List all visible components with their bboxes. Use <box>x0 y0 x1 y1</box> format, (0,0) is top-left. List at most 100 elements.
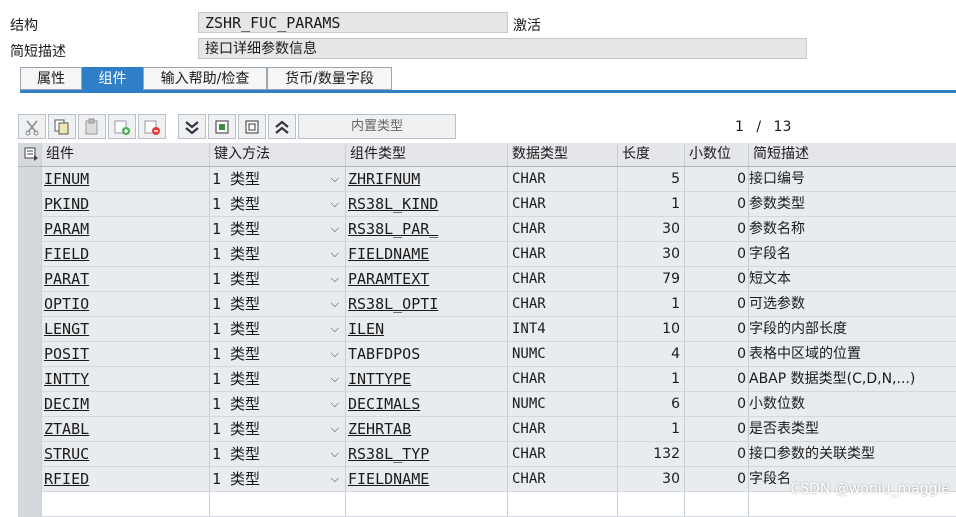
component-type-link[interactable]: ZEHRTAB <box>348 420 411 438</box>
description-field[interactable]: 接口详细参数信息 <box>198 38 807 59</box>
row-selector[interactable] <box>18 242 42 266</box>
tab-attributes[interactable]: 属性 <box>20 67 82 90</box>
typing-method-select[interactable]: 1 类型 <box>212 392 324 416</box>
table-row[interactable]: STRUC 1 类型 ⌵ RS38L_TYP CHAR 132 0 接口参数的关联类型 <box>18 442 956 467</box>
component-name-field[interactable]: LENGT <box>44 320 89 338</box>
component-type-link[interactable]: ILEN <box>348 320 384 338</box>
chevron-down-icon[interactable]: ⌵ <box>331 342 339 366</box>
delete-row-button[interactable] <box>138 114 166 139</box>
chevron-down-icon[interactable]: ⌵ <box>331 367 339 391</box>
typing-method-select[interactable]: 1 类型 <box>212 167 324 191</box>
builtin-type-button[interactable]: 内置类型 <box>298 114 456 139</box>
typing-method-select[interactable]: 1 类型 <box>212 267 324 291</box>
col-component-type[interactable]: 组件类型 <box>346 143 508 166</box>
component-type-link[interactable]: FIELDNAME <box>348 470 429 488</box>
col-decimals[interactable]: 小数位 <box>685 143 749 166</box>
component-name-field[interactable]: IFNUM <box>44 170 89 188</box>
table-row[interactable]: DECIM 1 类型 ⌵ DECIMALS NUMC 6 0 小数位数 <box>18 392 956 417</box>
chevron-down-icon[interactable]: ⌵ <box>331 242 339 266</box>
typing-method-select[interactable]: 1 类型 <box>212 342 324 366</box>
row-selector[interactable] <box>18 192 42 216</box>
component-type-link[interactable]: ZHRIFNUM <box>348 170 420 188</box>
col-length[interactable]: 长度 <box>618 143 685 166</box>
row-selector[interactable] <box>18 442 42 466</box>
component-name-field[interactable]: PARAT <box>44 270 89 288</box>
typing-method-select[interactable]: 1 类型 <box>212 242 324 266</box>
component-type-link[interactable]: INTTYPE <box>348 370 411 388</box>
table-row[interactable]: POSIT 1 类型 ⌵ TABFDPOS NUMC 4 0 表格中区域的位置 <box>18 342 956 367</box>
row-selector[interactable] <box>18 342 42 366</box>
chevron-down-icon[interactable]: ⌵ <box>331 267 339 291</box>
typing-method-select[interactable]: 1 类型 <box>212 417 324 441</box>
edit-entry-button[interactable] <box>238 114 266 139</box>
chevron-down-icon[interactable]: ⌵ <box>331 417 339 441</box>
empty-cell[interactable] <box>210 492 346 516</box>
typing-method-select[interactable]: 1 类型 <box>212 442 324 466</box>
expand-button[interactable] <box>178 114 206 139</box>
row-selector[interactable] <box>18 267 42 291</box>
row-selector[interactable] <box>18 292 42 316</box>
table-row[interactable]: PARAT 1 类型 ⌵ PARAMTEXT CHAR 79 0 短文本 <box>18 267 956 292</box>
component-type-link[interactable]: TABFDPOS <box>348 345 420 363</box>
component-type-link[interactable]: RS38L_KIND <box>348 195 438 213</box>
table-row[interactable]: ZTABL 1 类型 ⌵ ZEHRTAB CHAR 1 0 是否表类型 <box>18 417 956 442</box>
select-all-cell[interactable] <box>18 143 42 166</box>
insert-row-button[interactable] <box>108 114 136 139</box>
component-name-field[interactable]: DECIM <box>44 395 89 413</box>
row-selector[interactable] <box>18 317 42 341</box>
cut-button[interactable] <box>18 114 46 139</box>
row-selector[interactable] <box>18 167 42 191</box>
table-row[interactable]: PARAM 1 类型 ⌵ RS38L_PAR_ CHAR 30 0 参数名称 <box>18 217 956 242</box>
table-row[interactable]: OPTIO 1 类型 ⌵ RS38L_OPTI CHAR 1 0 可选参数 <box>18 292 956 317</box>
col-short-description[interactable]: 简短描述 <box>749 143 956 166</box>
chevron-down-icon[interactable]: ⌵ <box>331 292 339 316</box>
tab-currency-fields[interactable]: 货币/数量字段 <box>267 67 392 90</box>
tab-input-help[interactable]: 输入帮助/检查 <box>143 67 267 90</box>
table-row[interactable]: INTTY 1 类型 ⌵ INTTYPE CHAR 1 0 ABAP 数据类型(C,D,N,.… <box>18 367 956 392</box>
typing-method-select[interactable]: 1 类型 <box>212 317 324 341</box>
row-selector[interactable] <box>18 392 42 416</box>
component-name-field[interactable]: POSIT <box>44 345 89 363</box>
component-name-field[interactable]: RFIED <box>44 470 89 488</box>
empty-cell[interactable] <box>42 492 210 516</box>
chevron-down-icon[interactable]: ⌵ <box>331 217 339 241</box>
tab-components[interactable]: 组件 <box>82 67 143 90</box>
chevron-down-icon[interactable]: ⌵ <box>331 317 339 341</box>
chevron-down-icon[interactable]: ⌵ <box>331 467 339 491</box>
table-row[interactable]: PKIND 1 类型 ⌵ RS38L_KIND CHAR 1 0 参数类型 <box>18 192 956 217</box>
component-type-link[interactable]: RS38L_PAR_ <box>348 220 438 238</box>
table-row[interactable]: LENGT 1 类型 ⌵ ILEN INT4 10 0 字段的内部长度 <box>18 317 956 342</box>
component-type-link[interactable]: RS38L_TYP <box>348 445 429 463</box>
empty-cell[interactable] <box>346 492 508 516</box>
chevron-down-icon[interactable]: ⌵ <box>331 392 339 416</box>
chevron-down-icon[interactable]: ⌵ <box>331 442 339 466</box>
row-selector[interactable] <box>18 417 42 441</box>
typing-method-select[interactable]: 1 类型 <box>212 467 324 491</box>
component-name-field[interactable]: FIELD <box>44 245 89 263</box>
component-name-field[interactable]: PARAM <box>44 220 89 238</box>
component-type-link[interactable]: DECIMALS <box>348 395 420 413</box>
typing-method-select[interactable]: 1 类型 <box>212 192 324 216</box>
row-selector[interactable] <box>18 467 42 491</box>
chevron-down-icon[interactable]: ⌵ <box>331 167 339 191</box>
paste-button[interactable] <box>78 114 106 139</box>
component-type-link[interactable]: PARAMTEXT <box>348 270 429 288</box>
copy-button[interactable] <box>48 114 76 139</box>
component-name-field[interactable]: INTTY <box>44 370 89 388</box>
component-name-field[interactable]: STRUC <box>44 445 89 463</box>
typing-method-select[interactable]: 1 类型 <box>212 367 324 391</box>
row-selector[interactable] <box>18 492 42 516</box>
col-data-type[interactable]: 数据类型 <box>508 143 618 166</box>
row-selector[interactable] <box>18 367 42 391</box>
table-row[interactable]: IFNUM 1 类型 ⌵ ZHRIFNUM CHAR 5 0 接口编号 <box>18 167 956 192</box>
chevron-down-icon[interactable]: ⌵ <box>331 192 339 216</box>
component-name-field[interactable]: ZTABL <box>44 420 89 438</box>
row-selector[interactable] <box>18 217 42 241</box>
component-type-link[interactable]: RS38L_OPTI <box>348 295 438 313</box>
component-name-field[interactable]: PKIND <box>44 195 89 213</box>
col-typing-method[interactable]: 键入方法 <box>210 143 346 166</box>
collapse-button[interactable] <box>268 114 296 139</box>
col-component[interactable]: 组件 <box>42 143 210 166</box>
component-type-link[interactable]: FIELDNAME <box>348 245 429 263</box>
table-row[interactable]: FIELD 1 类型 ⌵ FIELDNAME CHAR 30 0 字段名 <box>18 242 956 267</box>
